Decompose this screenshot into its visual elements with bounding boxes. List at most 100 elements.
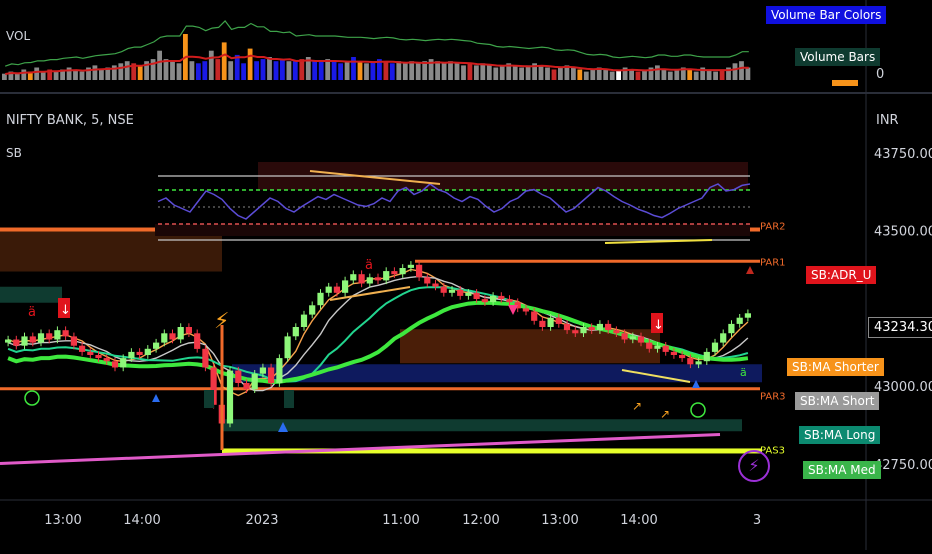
tag-adr-u[interactable]: SB:ADR_U (806, 266, 877, 284)
candle-body (136, 351, 143, 355)
candle-body (37, 333, 45, 343)
time-tick-label: 13:00 (541, 513, 578, 528)
time-tick-label: 14:00 (620, 513, 657, 528)
level-label-par3: PAR3 (760, 391, 786, 402)
volume-bar (512, 65, 518, 80)
volume-bar (396, 61, 402, 80)
volume-bar (99, 69, 104, 80)
candle-body (687, 358, 694, 365)
volume-bar (461, 65, 466, 80)
candle-body (670, 351, 677, 355)
tag-ma-short[interactable]: SB:MA Short (795, 392, 880, 410)
volume-bar (34, 67, 40, 80)
volume-bar (318, 61, 324, 80)
tag-ma-long[interactable]: SB:MA Long (799, 426, 881, 444)
par3-line (0, 387, 760, 391)
volume-bar (228, 61, 234, 80)
tag-ma-med[interactable]: SB:MA Med (803, 461, 881, 479)
candle-body (350, 274, 357, 281)
candle-body (588, 327, 595, 331)
candle-body (383, 271, 390, 281)
candle-body (490, 295, 497, 303)
time-tick-label: 2023 (245, 513, 278, 528)
candle-body (79, 345, 86, 352)
par1-line (415, 259, 760, 263)
level-label-par2: PAR2 (760, 222, 786, 233)
candle-body (292, 327, 299, 337)
volume-bar (545, 67, 550, 80)
volume-bar (590, 69, 596, 80)
volume-bar (383, 61, 389, 80)
candle-body (744, 313, 751, 318)
volume-bar (344, 61, 350, 80)
volume-bar (254, 61, 259, 80)
candle-body (161, 333, 168, 343)
candle-body (243, 383, 250, 390)
time-tick-label: 3 (753, 513, 761, 528)
candle-body (202, 348, 209, 368)
candle-body (374, 277, 382, 281)
candle-body (87, 351, 94, 355)
volume-bar (176, 63, 182, 80)
candle-body (251, 373, 258, 390)
candle-body (465, 292, 472, 296)
volume-bar (402, 63, 408, 80)
volume-bar (693, 71, 699, 80)
volume-bar (196, 63, 201, 80)
time-tick-label: 14:00 (123, 513, 160, 528)
volume-bar (364, 63, 369, 80)
volume-bar (577, 69, 583, 80)
candle-body (547, 317, 554, 327)
volume-bar (525, 65, 531, 80)
candle-body (128, 351, 135, 359)
volume-bar (409, 61, 415, 80)
candle-body (259, 367, 266, 374)
candle-body (62, 330, 69, 337)
volume-bar (486, 65, 492, 80)
orange-arrow-marker: ↗ (632, 399, 642, 413)
price-tick-label: 43000.00 (874, 380, 932, 395)
orange-arrow-marker: ↗ (660, 407, 670, 421)
volume-bar (202, 61, 208, 80)
time-axis[interactable]: 13:00 14:00 2023 11:00 12:00 13:00 14:00 3 (44, 513, 761, 528)
candle-body (317, 292, 324, 306)
candle-body (21, 336, 28, 346)
symbol-title[interactable]: NIFTY BANK, 5, NSE (6, 113, 134, 128)
candle-body (46, 333, 53, 340)
tag-ma-shorter[interactable]: SB:MA Shorter (787, 358, 884, 376)
legend-volume-bars[interactable]: Volume Bars (795, 48, 881, 66)
candle-body (720, 333, 727, 343)
alert-lightning-icon[interactable]: ⚡ (738, 450, 770, 482)
candle-body (358, 274, 365, 284)
volume-bar (674, 69, 680, 80)
current-price-tag[interactable]: 43234.30 (868, 317, 932, 338)
chart-canvas[interactable]: ↓ ↓ ⚡ ↗ ↗ ä ä ä VOL NIFTY BANK, 5, NSE SB INR 0… (0, 0, 932, 550)
candle-body (13, 339, 20, 346)
volume-bar (493, 67, 499, 80)
candle-body (440, 286, 447, 293)
volume-bar (687, 69, 693, 80)
volume-bar (448, 61, 453, 80)
volume-bar (312, 61, 318, 80)
indicator-title[interactable]: SB (6, 146, 22, 160)
candle-body (580, 327, 587, 334)
volume-bar (14, 73, 20, 80)
volume-bar (21, 69, 27, 80)
oscillator-os-zone (155, 224, 750, 236)
green-zone (222, 419, 742, 432)
sell-arrow-glyph: ↓ (653, 318, 664, 333)
candle-body (300, 314, 308, 327)
candle-body (448, 289, 456, 293)
volume-bar (137, 65, 143, 80)
candle-body (662, 345, 669, 352)
volume-bar (629, 69, 634, 80)
candle-body (563, 323, 571, 331)
volume-bar (667, 71, 673, 80)
price-tick-label: 42750.00 (874, 458, 932, 473)
volume-bar (538, 65, 544, 80)
candle-body (120, 358, 127, 368)
time-tick-label: 13:00 (44, 513, 81, 528)
candle-body (711, 342, 719, 352)
legend-volume-bar-colors[interactable]: Volume Bar Colors (766, 6, 887, 24)
volume-bar (474, 65, 479, 80)
